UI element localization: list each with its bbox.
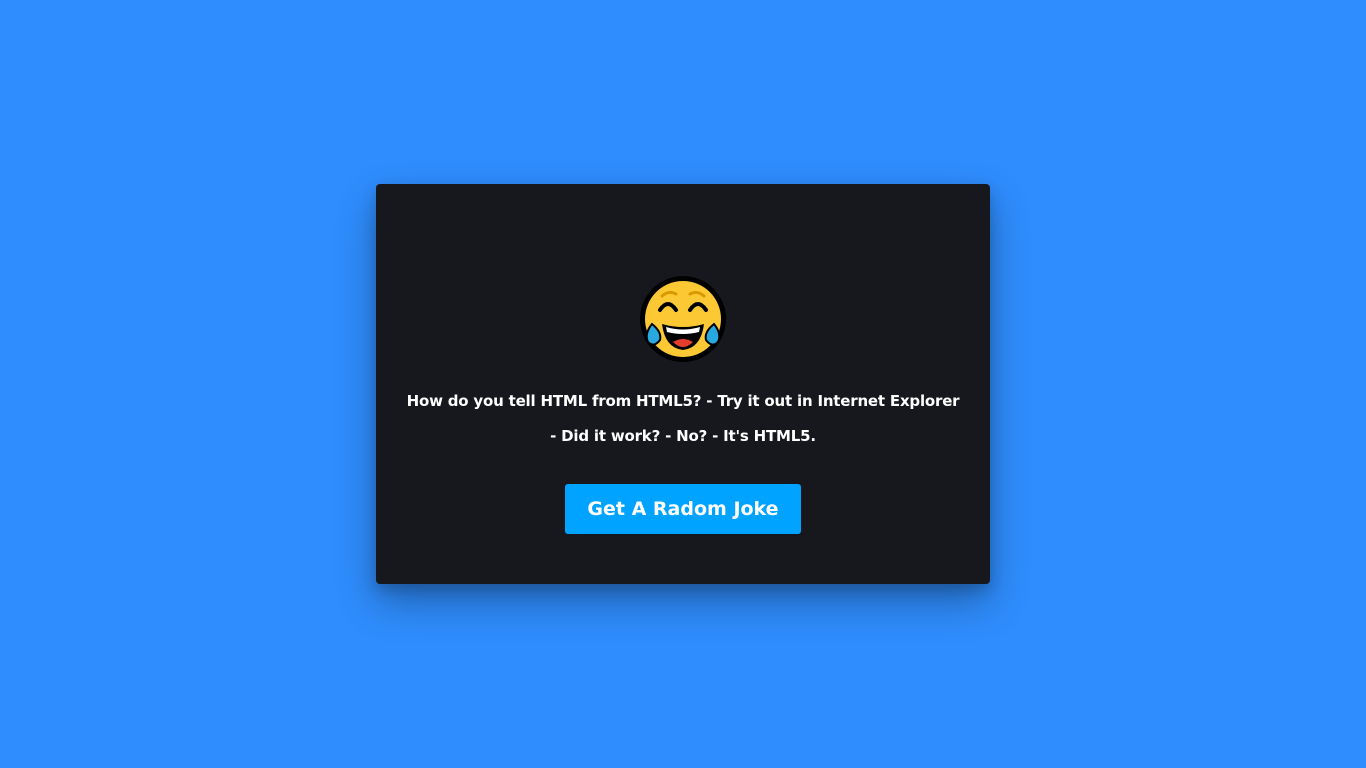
get-random-joke-button[interactable]: Get A Radom Joke xyxy=(565,484,801,534)
face-with-tears-of-joy-icon xyxy=(638,274,728,364)
joke-text: How do you tell HTML from HTML5? - Try i… xyxy=(406,392,960,445)
joke-card: How do you tell HTML from HTML5? - Try i… xyxy=(376,184,990,584)
page: How do you tell HTML from HTML5? - Try i… xyxy=(0,0,1366,768)
